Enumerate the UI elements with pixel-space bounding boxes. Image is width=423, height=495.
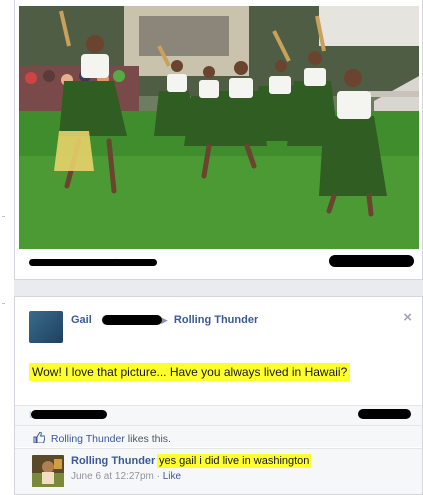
commenter-name-link[interactable]: Rolling Thunder	[71, 455, 155, 467]
status-action-bar: Like	[15, 405, 422, 425]
photo-post: Like · Comment · Share	[14, 0, 423, 280]
redaction-mark	[31, 410, 107, 419]
likes-summary-text: likes this.	[124, 433, 171, 445]
author-name-link[interactable]: Gail	[71, 314, 92, 326]
target-name-link[interactable]: Rolling Thunder	[174, 314, 258, 326]
comment-timestamp[interactable]: June 6 at 12:27pm	[71, 471, 154, 482]
post-header: Gail ▶ Rolling Thunder	[71, 314, 258, 326]
close-icon[interactable]: ×	[403, 309, 412, 326]
redaction-mark	[29, 259, 157, 266]
redaction-mark	[329, 255, 414, 267]
left-margin	[0, 0, 14, 495]
redaction-mark	[358, 409, 411, 419]
status-message: Wow! I love that picture... Have you alw…	[29, 363, 351, 381]
margin-tick	[2, 303, 5, 304]
meta-separator: ·	[156, 471, 160, 482]
margin-tick	[2, 216, 5, 217]
commenter-avatar[interactable]	[32, 455, 64, 487]
comment-like-link[interactable]: Like	[163, 471, 181, 482]
hula-dancers-photo[interactable]	[19, 6, 419, 249]
photo-illustration	[19, 6, 419, 249]
photo-post-action-bar: Like · Comment · Share	[19, 252, 419, 274]
commenter-avatar-image	[32, 455, 64, 487]
comment-text: yes gail i did live in washington	[157, 454, 312, 468]
redaction-mark	[102, 315, 162, 325]
likes-summary: Rolling Thunder likes this.	[15, 425, 422, 447]
thumbs-up-icon	[33, 432, 45, 443]
comment: Rolling Thunder yes gail i did live in w…	[15, 448, 422, 494]
comment-meta: June 6 at 12:27pm · Like	[71, 471, 181, 482]
status-message-text: Wow! I love that picture... Have you alw…	[29, 363, 351, 381]
author-avatar[interactable]	[29, 311, 63, 343]
liker-name-link[interactable]: Rolling Thunder	[51, 433, 125, 445]
status-post: Gail ▶ Rolling Thunder × Wow! I love tha…	[14, 296, 423, 495]
